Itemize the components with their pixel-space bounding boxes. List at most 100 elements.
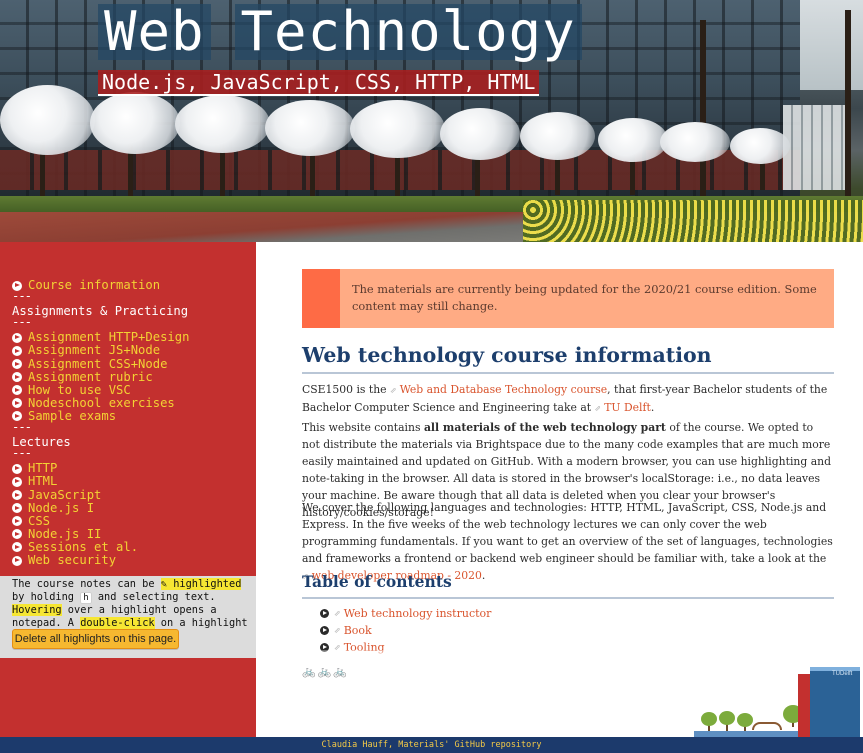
header-banner: Web Technology Node.js, JavaScript, CSS,…	[0, 0, 863, 242]
arrow-circle-icon	[12, 476, 22, 487]
sidebar-item-html[interactable]: HTML	[12, 475, 189, 488]
main-content: The materials are currently being update…	[256, 242, 863, 737]
toc-item-book[interactable]: ⇗ Book	[320, 622, 491, 639]
tree-blossom	[660, 122, 730, 162]
external-link-icon: ⇗	[334, 609, 341, 618]
arrow-circle-icon	[12, 346, 22, 357]
site-title-word: Technology	[234, 4, 582, 60]
arrow-circle-icon	[12, 385, 22, 396]
external-link-icon: ⇗	[334, 626, 341, 635]
sidebar-item-label: Sample exams	[28, 408, 117, 423]
sidebar-item-how-to-use-vsc[interactable]: How to use VSC	[12, 382, 189, 397]
bicycle-icons: 🚲🚲🚲	[302, 665, 350, 678]
tree-blossom	[730, 128, 790, 164]
arrow-circle-icon	[12, 280, 22, 291]
sidebar-item-label: HTML	[28, 474, 58, 489]
site-title: Web Technology	[98, 4, 582, 60]
arrow-circle-icon	[12, 516, 22, 527]
delft-illustration: TUDelft	[694, 665, 863, 737]
keyboard-key: h	[80, 591, 92, 604]
sidebar-item-label: Node.js I	[28, 500, 95, 515]
arrow-circle-icon	[12, 490, 22, 501]
sidebar-item-javascript[interactable]: JavaScript	[12, 487, 189, 502]
notes-hover-example: Hovering	[12, 604, 62, 617]
link-web-database-technology[interactable]: ⇗ Web and Database Technology course	[390, 383, 607, 396]
tree-blossom	[265, 100, 355, 156]
tree-trunk	[845, 10, 851, 210]
sidebar-item-label: JavaScript	[28, 487, 102, 502]
tree-blossom	[175, 95, 270, 153]
link-tu-delft[interactable]: ⇗ TU Delft	[595, 401, 651, 414]
toc-item-label: Book	[343, 624, 372, 637]
sidebar-item-assignment-css-node[interactable]: Assignment CSS+Node	[12, 357, 189, 371]
notes-highlight-example: ✎ highlighted	[160, 578, 242, 590]
arrow-circle-icon	[12, 503, 22, 514]
sidebar-item-nodejs-2[interactable]: Node.js II	[12, 527, 189, 541]
link-label: Web and Database Technology course	[399, 383, 608, 396]
sidebar-item-label: Nodeschool exercises	[28, 395, 175, 410]
tree-blossom	[90, 92, 180, 154]
paragraph-text: We cover the following languages and tec…	[302, 501, 833, 565]
tree-blossom	[0, 85, 95, 155]
tree-icon	[737, 713, 753, 727]
toc-item-web-technology-instructor[interactable]: ⇗ Web technology instructor	[320, 605, 491, 622]
sidebar-item-label: CSS	[28, 513, 51, 528]
notes-text: and selecting text.	[91, 590, 216, 603]
toc-item-label: Web technology instructor	[343, 607, 492, 620]
tree-blossom	[440, 108, 520, 160]
tree-blossom	[350, 100, 445, 158]
arrow-circle-icon	[12, 372, 22, 383]
paragraph-text: This website contains	[302, 421, 424, 434]
arrow-circle-icon	[12, 555, 22, 566]
sidebar-item-sessions[interactable]: Sessions et al.	[12, 539, 189, 554]
arrow-circle-icon	[12, 463, 22, 474]
sidebar-item-nodeschool-exercises[interactable]: Nodeschool exercises	[12, 395, 189, 410]
delete-highlights-button[interactable]: Delete all highlights on this page.	[12, 629, 179, 649]
paragraph-text: CSE1500 is the	[302, 383, 390, 396]
sidebar-item-label: Assignment JS+Node	[28, 343, 161, 358]
sidebar-item-css[interactable]: CSS	[12, 513, 189, 528]
paragraph-bold: all materials of the web technology part	[423, 421, 666, 434]
sidebar-item-label: How to use VSC	[28, 382, 131, 397]
arrow-circle-icon	[12, 359, 22, 370]
sidebar-item-sample-exams[interactable]: Sample exams	[12, 408, 189, 423]
building-label: TUDelft	[832, 671, 853, 677]
banner-building-far	[783, 105, 845, 190]
intro-paragraph: CSE1500 is the ⇗ Web and Database Technol…	[302, 381, 834, 417]
external-link-icon: ⇗	[594, 404, 602, 413]
sidebar-item-label: Web security	[28, 552, 117, 567]
notes-double-click-example: double-click	[80, 616, 155, 629]
paragraph-text: .	[650, 401, 655, 414]
footer-link[interactable]: Claudia Hauff, Materials' GitHub reposit…	[321, 740, 541, 750]
site-subtitle: Node.js, JavaScript, CSS, HTTP, HTML	[98, 70, 540, 96]
sidebar-heading-assignments: Assignments & Practicing	[12, 304, 189, 319]
page-title: Web technology course information	[302, 342, 834, 374]
tree-trunk	[700, 20, 706, 210]
red-building	[798, 674, 810, 737]
sidebar-item-label: Sessions et al.	[28, 539, 139, 554]
sidebar-heading-lectures: Lectures	[12, 435, 71, 450]
arrow-circle-icon	[12, 529, 22, 540]
tree-blossom	[598, 118, 668, 162]
tree-icon	[719, 711, 735, 725]
sidebar-item-label: Assignment rubric	[28, 369, 153, 384]
blue-building: TUDelft	[810, 667, 860, 737]
arrow-circle-icon	[320, 609, 329, 618]
update-notice: The materials are currently being update…	[302, 269, 834, 328]
toc-fade-overlay	[312, 650, 512, 660]
arrow-circle-icon	[12, 332, 22, 343]
external-link-icon: ⇗	[390, 386, 397, 395]
site-title-gap	[211, 4, 235, 60]
sidebar-item-assignment-js-node[interactable]: Assignment JS+Node	[12, 344, 189, 357]
sidebar-item-course-information[interactable]: Course information	[12, 278, 189, 292]
sidebar-item-nodejs-1[interactable]: Node.js I	[12, 500, 189, 515]
sidebar-item-assignment-rubric[interactable]: Assignment rubric	[12, 369, 189, 384]
bridge-icon	[752, 722, 782, 730]
link-label: TU Delft	[604, 401, 651, 414]
arrow-circle-icon	[12, 542, 22, 553]
arrow-circle-icon	[320, 626, 329, 635]
site-title-word: Web	[98, 4, 211, 60]
footer: Claudia Hauff, Materials' GitHub reposit…	[0, 737, 863, 753]
sidebar-item-web-security[interactable]: Web security	[12, 552, 189, 567]
table-of-contents: ⇗ Web technology instructor ⇗ Book ⇗ Too…	[320, 605, 491, 656]
